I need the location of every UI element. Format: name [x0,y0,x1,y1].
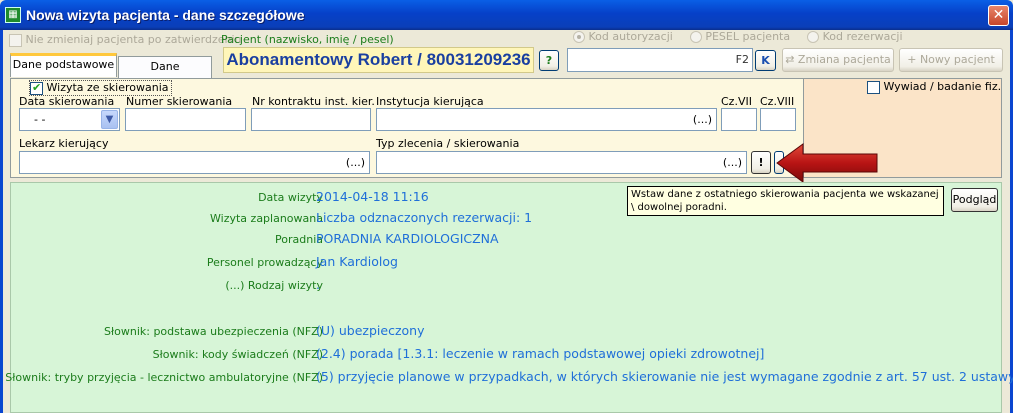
with-referral-checkbox[interactable]: Wizyta ze skierowania [29,80,172,96]
referral-number-input[interactable] [125,108,246,131]
dont-change-patient-label: Nie zmieniaj pacjenta po zatwierdzeniu [25,33,242,46]
tab-additional-data[interactable]: Dane dodatkowe [118,56,212,93]
radio-auth-code-label: Kod autoryzacji [588,30,673,43]
k-button[interactable]: K [755,50,776,71]
part8-label: Cz.VIII [760,95,795,108]
doctor-ellipsis[interactable]: (...) [346,156,365,169]
checkbox-box[interactable] [9,33,22,47]
plus-icon: + [907,53,917,66]
patient-search-input[interactable]: F2 [567,48,753,72]
window-title: Nowa wizyta pacjenta - dane szczegółowe [26,7,305,23]
insurance-basis-label: Słownik: podstawa ubezpieczenia (NFZ) [104,325,323,338]
staff-label: Personel prowadzący [206,256,323,269]
staff-value: Jan Kardiolog [316,254,398,269]
visit-date-label: Data wizyty [258,191,323,204]
change-patient-button[interactable]: ⇄ Zmiana pacjenta [782,48,894,72]
service-codes-label: Słownik: kody świadczeń (NFZ) [152,348,323,361]
radio-auth-code[interactable] [573,31,585,43]
referral-type-label: Typ zlecenia / skierowania [376,137,520,150]
service-codes-value[interactable]: (2.4) porada [1.3.1: leczenie w ramach p… [316,346,764,361]
admission-mode-label: Słownik: tryby przyjęcia - lecznictwo am… [5,371,323,384]
preview-button[interactable]: Podgląd [951,188,998,212]
insurance-basis-value[interactable]: (U) ubezpieczony [316,323,424,338]
part7-input[interactable] [721,108,757,131]
institution-label: Instytucja kierująca [376,95,484,108]
red-arrow-pointer [776,143,878,183]
swap-icon: ⇄ [785,53,795,66]
institution-input[interactable]: (...) [376,108,717,131]
planned-visit-label: Wizyta zaplanowana [210,212,323,225]
institution-ellipsis[interactable]: (...) [693,113,712,126]
radio-reservation-code-label: Kod rezerwacji [822,30,903,43]
chevron-down-icon[interactable]: ▼ [101,110,118,129]
referring-doctor-input[interactable]: (...) [19,151,370,174]
referral-date-value: - - [34,113,46,126]
insert-referral-tooltip: Wstaw dane z ostatniego skierowania pacj… [627,186,944,216]
radio-pesel[interactable] [689,31,702,43]
with-referral-checkbox-box[interactable] [30,81,43,95]
interview-checkbox[interactable]: Wywiad / badanie fiz. [867,80,1001,94]
admission-mode-value[interactable]: (5) przyjęcie planowe w przypadkach, w k… [316,369,1013,384]
radio-reservation-code[interactable] [807,31,820,43]
dont-change-patient-checkbox[interactable]: Nie zmieniaj pacjenta po zatwierdzeniu [9,33,242,47]
referring-doctor-label: Lekarz kierujący [19,137,109,150]
search-mode-radios: Kod autoryzacji PESEL pacjenta Kod rezer… [573,30,903,43]
window-body: Nie zmieniaj pacjenta po zatwierdzeniu P… [0,30,1013,413]
app-icon: ▦ [5,7,21,23]
interview-checkbox-box[interactable] [867,80,880,94]
referral-type-input[interactable]: (...) [376,151,747,174]
contract-number-input[interactable] [251,108,371,131]
visit-type-value: . [316,277,320,292]
type-ellipsis[interactable]: (...) [723,156,742,169]
tab-basic-data[interactable]: Dane podstawowe [10,53,117,77]
planned-visit-value: Liczba odznaczonych rezerwacji: 1 [316,210,533,225]
radio-pesel-label: PESEL pacjenta [705,30,791,43]
new-patient-button[interactable]: + Nowy pacjent [899,48,1003,72]
patient-label: Pacjent (nazwisko, imię / pesel) [221,33,394,46]
visit-type-label[interactable]: (...) Rodzaj wizyty [225,279,323,292]
visit-date-value: 2014-04-18 11:16 [316,189,429,204]
referral-date-label: Data skierowania [19,95,115,108]
with-referral-label: Wizyta ze skierowania [46,81,169,94]
part7-label: Cz.VII [721,95,752,108]
part8-input[interactable] [760,108,796,131]
insert-last-referral-button[interactable]: ! [751,151,771,174]
patient-name-display: Abonamentowy Robert / 80031209236 [223,47,534,73]
clinic-value: PORADNIA KARDIOLOGICZNA [316,231,499,246]
referral-number-label: Numer skierowania [126,95,233,108]
close-button[interactable]: ✕ [988,5,1009,26]
interview-label: Wywiad / badanie fiz. [883,80,1002,93]
new-patient-label: Nowy pacjent [919,53,995,66]
change-patient-label: Zmiana pacjenta [797,53,891,66]
title-bar: ▦ Nowa wizyta pacjenta - dane szczegółow… [0,0,1013,30]
contract-number-label: Nr kontraktu inst. kier. [252,95,375,108]
search-shortcut-hint: F2 [735,53,749,66]
referral-date-picker[interactable]: - - ▼ [19,108,120,131]
help-button[interactable]: ? [539,50,559,71]
